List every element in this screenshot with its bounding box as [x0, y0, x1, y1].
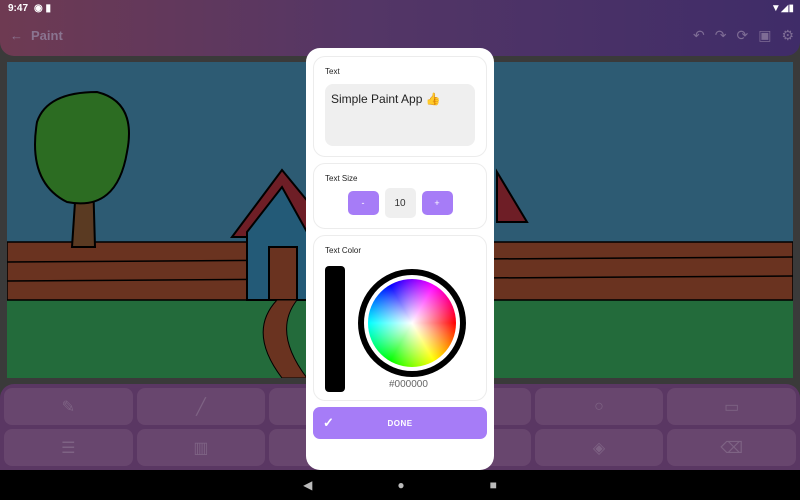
tool-pen[interactable]: ✎ — [4, 388, 133, 425]
system-nav-bar: ◀ ● ■ — [0, 470, 800, 500]
done-button[interactable]: ✓ DONE — [313, 407, 487, 439]
gear-icon[interactable]: ⚙ — [781, 27, 794, 44]
notification-icon: ◉ ▮ — [34, 3, 52, 14]
brightness-slider[interactable] — [325, 266, 345, 392]
tool-circle[interactable]: ○ — [534, 388, 664, 425]
clock: 9:47 — [8, 3, 29, 14]
text-size-label: Text Size — [325, 174, 358, 183]
signal-battery-icon: ▼◢▮ — [770, 3, 794, 14]
text-size-card: Text Size - 10 + — [313, 163, 487, 229]
done-label: DONE — [387, 418, 413, 428]
back-nav-icon[interactable]: ◀ — [303, 478, 312, 492]
tool-eraser[interactable]: ⌫ — [667, 429, 796, 466]
decrease-size-button[interactable]: - — [347, 191, 379, 215]
pen-icon: ✎ — [61, 398, 76, 416]
status-bar: 9:47 ◉ ▮ — [8, 3, 51, 14]
tool-horizontal-lines[interactable]: ☰ — [4, 429, 133, 466]
text-card: Text Simple Paint App 👍 — [313, 56, 487, 157]
circle-icon: ○ — [594, 397, 604, 415]
increase-size-button[interactable]: + — [421, 191, 453, 215]
recents-nav-icon[interactable]: ■ — [490, 478, 497, 492]
text-label: Text — [325, 67, 340, 76]
eraser-icon: ⌫ — [720, 439, 743, 457]
home-nav-icon[interactable]: ● — [397, 478, 404, 492]
color-preview-ring — [358, 269, 466, 377]
vertical-lines-icon: ▥ — [193, 439, 209, 457]
color-hex: #000000 — [389, 379, 428, 390]
page-title: Paint — [31, 28, 63, 43]
redo-icon[interactable]: ↷ — [715, 27, 727, 44]
tool-vertical-lines[interactable]: ▥ — [136, 429, 266, 466]
reset-icon[interactable]: ⟳ — [736, 27, 748, 44]
fill-icon: ◈ — [592, 439, 606, 457]
color-wheel[interactable] — [368, 279, 456, 367]
tool-fill[interactable]: ◈ — [534, 429, 664, 466]
rectangle-icon: ▭ — [724, 398, 740, 416]
horizontal-lines-icon: ☰ — [61, 439, 76, 457]
size-value: 10 — [384, 188, 416, 218]
tool-rectangle[interactable]: ▭ — [667, 388, 796, 425]
check-add-icon: ✓ — [323, 415, 335, 430]
back-arrow-icon[interactable]: ← — [10, 28, 23, 43]
text-color-card: Text Color #000000 — [313, 235, 487, 401]
line-icon: ╱ — [196, 398, 206, 416]
save-icon[interactable]: ▣ — [758, 27, 771, 44]
text-dialog: Text Simple Paint App 👍 Text Size - 10 +… — [306, 48, 494, 470]
text-input[interactable]: Simple Paint App 👍 — [325, 84, 475, 146]
undo-icon[interactable]: ↶ — [693, 27, 705, 44]
text-color-label: Text Color — [325, 246, 362, 255]
tool-line[interactable]: ╱ — [136, 388, 266, 425]
